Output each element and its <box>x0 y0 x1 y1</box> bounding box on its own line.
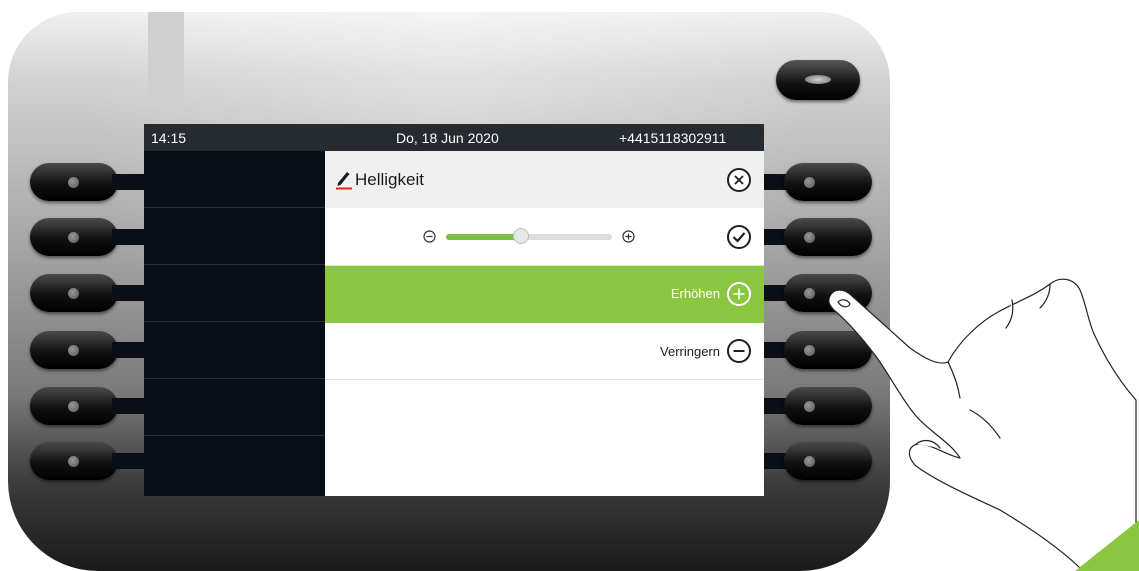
decrease-label: Verringern <box>660 344 720 359</box>
left-key-label-4[interactable] <box>144 322 325 379</box>
key-led <box>68 456 79 467</box>
key-led <box>68 232 79 243</box>
dialog-header: Helligkeit <box>325 151 764 208</box>
plus-circle-icon <box>733 288 745 300</box>
left-key-3[interactable] <box>30 274 118 312</box>
checkmark-circle-icon <box>732 232 746 243</box>
status-time: 14:15 <box>151 130 187 146</box>
key-led <box>804 401 815 412</box>
brightness-slider[interactable] <box>446 234 612 240</box>
brand-corner-accent <box>1075 520 1139 571</box>
key-connector <box>112 453 146 469</box>
top-hardware-key[interactable] <box>776 60 860 100</box>
key-connector <box>112 174 146 190</box>
slider-fill <box>446 234 521 240</box>
confirm-button[interactable] <box>727 225 751 249</box>
phone-display: 14:15 Do, 18 Jun 2020 +4415118302911 Hel… <box>144 124 764 496</box>
minus-icon <box>423 230 436 243</box>
brightness-dialog: Helligkeit Erhöhen Verringern <box>325 151 764 496</box>
top-key-led <box>805 75 831 84</box>
close-circle-icon <box>734 175 744 185</box>
brightness-slider-row <box>325 208 764 266</box>
key-connector <box>112 342 146 358</box>
decrease-button[interactable] <box>727 339 751 363</box>
pencil-icon <box>336 172 352 190</box>
key-led <box>804 288 815 299</box>
left-key-label-3[interactable] <box>144 265 325 322</box>
key-led <box>804 456 815 467</box>
left-key-5[interactable] <box>30 387 118 425</box>
key-led <box>804 345 815 356</box>
left-key-6[interactable] <box>30 442 118 480</box>
left-key-label-1[interactable] <box>144 151 325 208</box>
left-key-1[interactable] <box>30 163 118 201</box>
decrease-option[interactable]: Verringern <box>325 323 764 380</box>
left-key-label-2[interactable] <box>144 208 325 265</box>
slider-handle[interactable] <box>513 228 529 244</box>
left-key-2[interactable] <box>30 218 118 256</box>
key-led <box>68 288 79 299</box>
right-key-2[interactable] <box>784 218 872 256</box>
minus-circle-icon <box>733 350 745 352</box>
key-connector <box>112 285 146 301</box>
status-bar: 14:15 Do, 18 Jun 2020 +4415118302911 <box>144 124 764 151</box>
left-key-4[interactable] <box>30 331 118 369</box>
plus-icon <box>622 230 635 243</box>
left-key-label-6[interactable] <box>144 436 325 496</box>
increase-label: Erhöhen <box>670 286 720 301</box>
key-connector <box>112 398 146 414</box>
close-button[interactable] <box>727 168 751 192</box>
increase-button[interactable] <box>727 282 751 306</box>
key-led <box>68 177 79 188</box>
increase-option[interactable]: Erhöhen <box>325 266 764 323</box>
dialog-title: Helligkeit <box>355 170 424 189</box>
key-led <box>804 177 815 188</box>
right-key-1[interactable] <box>784 163 872 201</box>
key-led <box>804 232 815 243</box>
label-strip <box>148 12 184 105</box>
key-connector <box>112 229 146 245</box>
status-phone-number: +4415118302911 <box>619 130 727 146</box>
key-led <box>68 401 79 412</box>
left-key-label-5[interactable] <box>144 379 325 436</box>
key-led <box>68 345 79 356</box>
status-date: Do, 18 Jun 2020 <box>396 130 499 146</box>
